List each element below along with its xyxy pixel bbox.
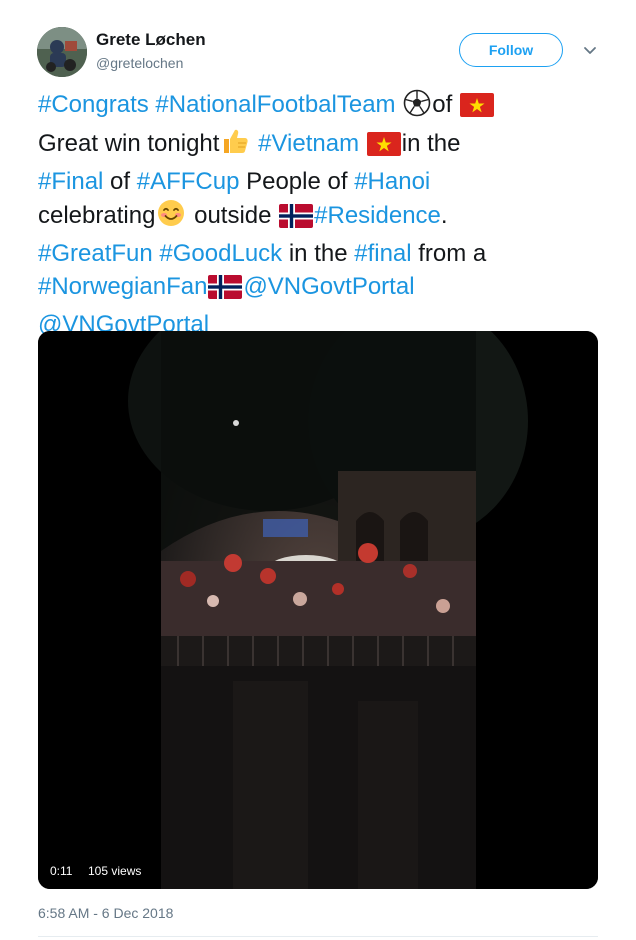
hashtag-link[interactable]: #AFFCup	[137, 168, 240, 195]
hashtag-link[interactable]: #Final	[38, 168, 103, 195]
hashtag-link[interactable]: #Congrats	[38, 91, 149, 118]
follow-button[interactable]: Follow	[459, 33, 563, 67]
avatar[interactable]	[37, 27, 87, 77]
tweet-timestamp[interactable]: 6:58 AM - 6 Dec 2018	[38, 905, 173, 921]
norway-flag-icon	[279, 204, 314, 237]
hashtag-link[interactable]: #NorwegianFan	[38, 273, 207, 300]
hashtag-link[interactable]: #final	[354, 240, 411, 267]
hashtag-link[interactable]: #Vietnam	[258, 130, 359, 157]
hashtag-link[interactable]: #GreatFun	[38, 240, 153, 267]
tweet-line: #NorwegianFan @VNGovtPortal	[38, 270, 598, 308]
vietnam-flag-icon	[366, 132, 401, 165]
tweet-line: #GreatFun #GoodLuck in the #final from a	[38, 240, 487, 267]
tweet-line: #Final of #AFFCup People of #Hanoi	[38, 168, 431, 195]
hashtag-link[interactable]: #GoodLuck	[159, 240, 282, 267]
smiling-face-icon	[156, 198, 186, 237]
author-name[interactable]: Grete Løchen	[96, 30, 206, 50]
tweet-line: Great win tonight #Vietnam in the	[38, 126, 598, 165]
author-handle[interactable]: @gretelochen	[96, 55, 183, 71]
tweet-line: celebrating outside #Residence.	[38, 198, 598, 237]
thumbs-up-icon	[220, 126, 250, 165]
video-duration: 0:11	[44, 860, 79, 882]
hashtag-link[interactable]: #Residence	[314, 202, 441, 229]
video-views: 105 views	[82, 860, 148, 882]
vietnam-flag-icon	[459, 93, 494, 126]
soccer-ball-icon	[403, 89, 431, 126]
chevron-down-icon[interactable]	[582, 42, 598, 58]
hashtag-link[interactable]: #NationalFootbalTeam	[155, 91, 395, 118]
tweet-text: #Congrats #NationalFootbalTeam of Great …	[38, 88, 598, 341]
video-player[interactable]: 0:11 105 views	[38, 331, 598, 889]
video-frame	[38, 331, 598, 889]
mention-link[interactable]: @VNGovtPortal	[243, 273, 414, 300]
tweet-line: #Congrats #NationalFootbalTeam of	[38, 88, 598, 126]
divider	[38, 936, 598, 937]
norway-flag-icon	[208, 275, 243, 308]
hashtag-link[interactable]: #Hanoi	[354, 168, 430, 195]
